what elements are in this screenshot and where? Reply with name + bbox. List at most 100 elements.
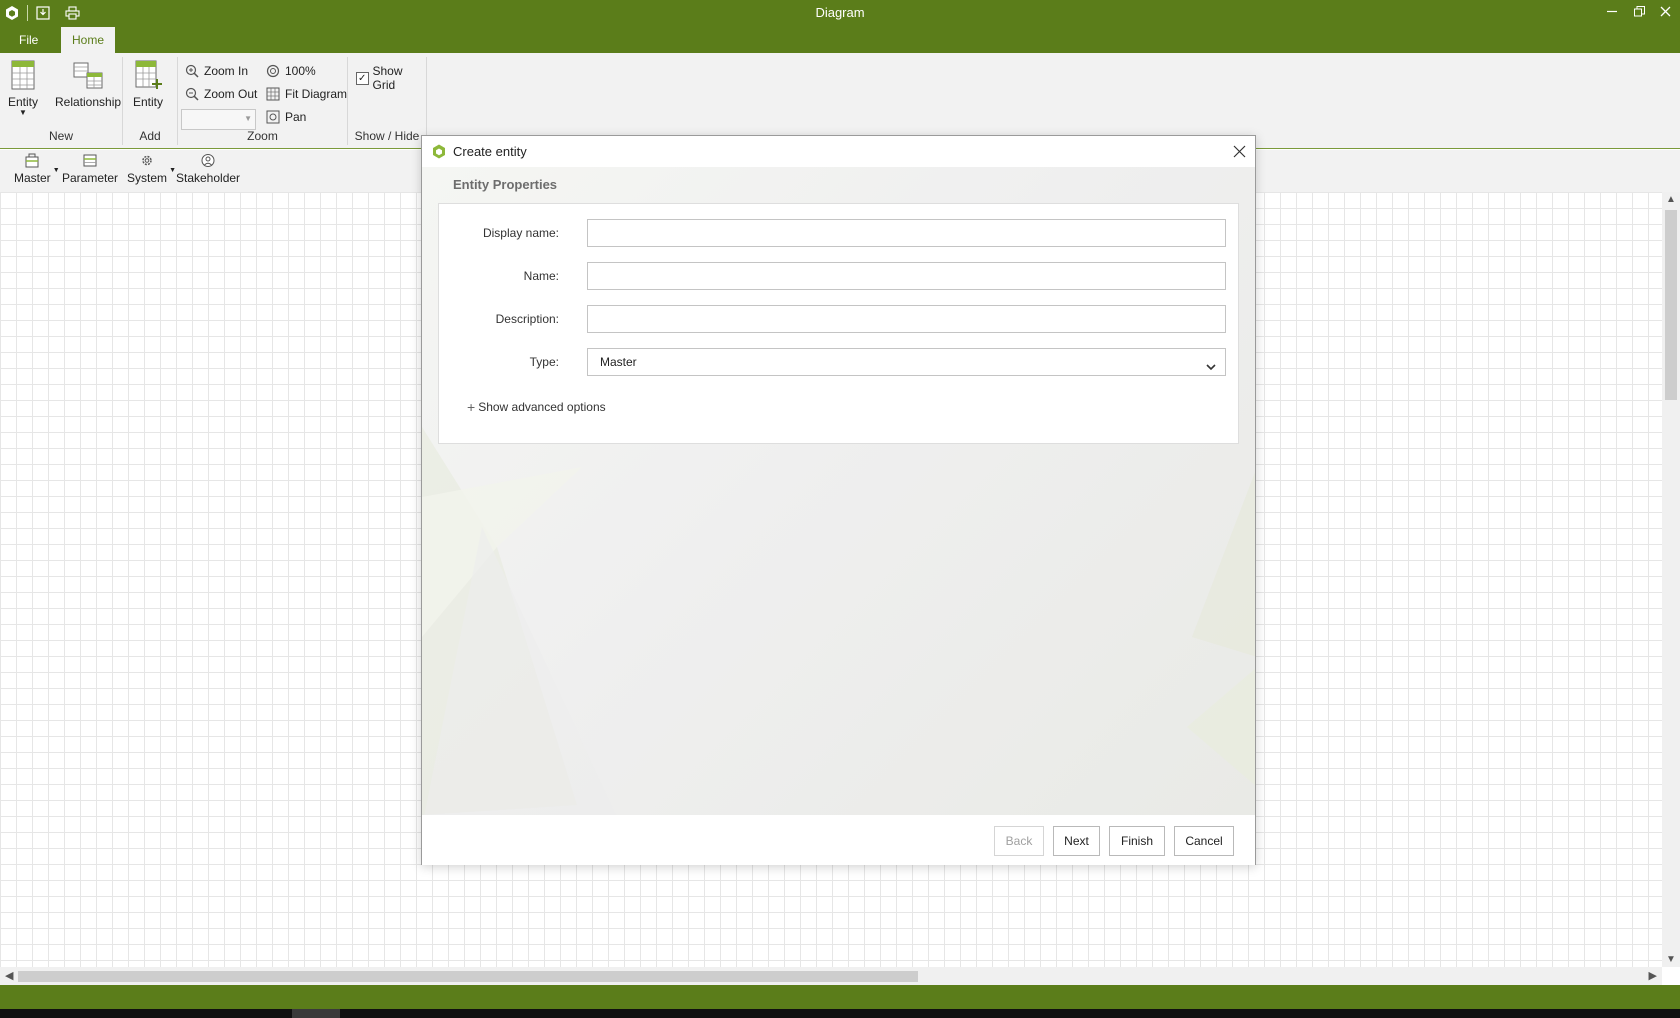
relationship-icon [73, 62, 103, 89]
zoom-100-label: 100% [285, 64, 316, 78]
next-button[interactable]: Next [1053, 826, 1100, 856]
chevron-down-icon [1205, 356, 1217, 382]
pan-button[interactable]: Pan [266, 107, 306, 127]
finish-button[interactable]: Finish [1109, 826, 1165, 856]
display-name-row: Display name: [439, 219, 1238, 247]
vertical-scrollbar[interactable]: ▲ ▼ [1662, 192, 1680, 967]
fit-diagram-label: Fit Diagram [285, 87, 348, 101]
group-label-new: New [48, 129, 73, 143]
group-label-add: Add [139, 129, 161, 143]
ribbon-group-new: Entity ▼ Relationship New [0, 57, 123, 145]
zoom-100-button[interactable]: 100% [266, 61, 316, 81]
palette-item-master[interactable]: Master ▼ [14, 153, 60, 185]
zoom-out-button[interactable]: Zoom Out [185, 84, 257, 104]
name-label: Name: [523, 269, 559, 283]
type-row: Type: Master [439, 348, 1238, 376]
chevron-left-icon[interactable]: ◀ [5, 969, 13, 982]
caret-down-icon[interactable]: ▼ [53, 167, 60, 174]
zoom-100-icon [266, 64, 280, 78]
close-window-icon[interactable] [1651, 0, 1679, 22]
title-bar: Diagram [0, 0, 1680, 27]
show-grid-checkbox[interactable]: ✓ Show Grid [356, 64, 426, 92]
new-entity-button[interactable]: Entity ▼ [8, 59, 38, 123]
checkmark-icon: ✓ [356, 71, 369, 85]
zoom-out-label: Zoom Out [204, 87, 258, 101]
palette-item-parameter[interactable]: Parameter [62, 153, 118, 185]
dialog-body: Entity Properties Display name: Name: De… [422, 167, 1255, 815]
new-entity-label: Entity [8, 95, 39, 109]
show-advanced-options-link[interactable]: + Show advanced options [467, 399, 606, 415]
pan-label: Pan [285, 110, 307, 124]
show-grid-label: Show Grid [372, 64, 403, 92]
caret-down-icon: ▼ [19, 108, 27, 117]
description-input[interactable] [587, 305, 1226, 333]
pan-icon [266, 110, 280, 124]
section-title: Entity Properties [453, 177, 558, 192]
stakeholder-icon [201, 154, 215, 167]
minimize-icon[interactable] [1598, 0, 1626, 22]
palette-label: Stakeholder [176, 171, 241, 185]
chevron-down-icon: ▼ [244, 114, 252, 123]
ribbon-group-add: Entity Add [123, 57, 178, 145]
chevron-right-icon[interactable]: ▶ [1649, 969, 1657, 982]
dialog-title-bar: Create entity [422, 136, 1255, 167]
new-relationship-button[interactable]: Relationship [55, 59, 121, 123]
description-row: Description: [439, 305, 1238, 333]
vertical-scroll-thumb[interactable] [1665, 210, 1677, 400]
plus-icon: + [467, 399, 476, 415]
window-title: Diagram [815, 5, 865, 20]
palette-label: Parameter [62, 171, 119, 185]
display-name-input[interactable] [587, 219, 1226, 247]
ribbon-group-show-hide: ✓ Show Grid Show / Hide [348, 57, 427, 145]
dialog-footer: Back Next Finish Cancel [422, 815, 1255, 865]
dialog-logo-icon [432, 144, 446, 159]
display-name-label: Display name: [482, 226, 559, 240]
entity-properties-form: Display name: Name: Description: Type: M… [438, 203, 1239, 444]
show-advanced-options-label: Show advanced options [478, 400, 606, 414]
master-icon [25, 153, 39, 168]
tab-home[interactable]: Home [61, 27, 116, 53]
fit-diagram-button[interactable]: Fit Diagram [266, 84, 347, 104]
caret-down-icon[interactable]: ▼ [169, 167, 176, 174]
tab-file[interactable]: File [8, 27, 49, 53]
dialog-title: Create entity [453, 144, 527, 159]
back-button[interactable]: Back [994, 826, 1044, 856]
ribbon-group-zoom: Zoom In Zoom Out ▼ 100% Fit Diagram Pan … [178, 57, 348, 145]
parameter-icon [83, 154, 97, 167]
group-label-show-hide: Show / Hide [354, 129, 420, 143]
name-input[interactable] [587, 262, 1226, 290]
close-icon[interactable] [1228, 140, 1250, 162]
add-entity-button[interactable]: Entity [133, 59, 163, 123]
name-row: Name: [439, 262, 1238, 290]
palette-label: System [127, 171, 168, 185]
type-label: Type: [529, 355, 559, 369]
fit-diagram-icon [266, 87, 280, 101]
type-select[interactable]: Master [587, 348, 1226, 376]
taskbar-active-item[interactable] [292, 1009, 340, 1018]
restore-icon[interactable] [1625, 0, 1653, 22]
add-entity-label: Entity [133, 95, 164, 109]
group-label-zoom: Zoom [247, 129, 278, 143]
cancel-button[interactable]: Cancel [1174, 826, 1234, 856]
zoom-in-label: Zoom In [204, 64, 249, 78]
zoom-level-combobox[interactable]: ▼ [181, 109, 256, 130]
type-select-value: Master [600, 355, 637, 369]
menu-bar: File Home [0, 27, 1680, 53]
zoom-in-icon [185, 64, 199, 78]
palette-item-stakeholder[interactable]: Stakeholder [176, 153, 240, 185]
horizontal-scrollbar[interactable]: ◀ ▶ [0, 967, 1662, 985]
horizontal-scroll-thumb[interactable] [18, 971, 918, 982]
zoom-in-button[interactable]: Zoom In [185, 61, 248, 81]
palette-item-system[interactable]: System ▼ [127, 153, 176, 185]
zoom-out-icon [185, 87, 199, 101]
gear-icon [142, 155, 152, 166]
entity-table-icon [11, 60, 35, 90]
palette-label: Master [14, 171, 51, 185]
chevron-up-icon[interactable]: ▲ [1666, 194, 1676, 205]
add-entity-icon [135, 60, 162, 89]
status-bar [0, 985, 1680, 1009]
taskbar [0, 1009, 1680, 1018]
new-relationship-label: Relationship [55, 95, 122, 109]
chevron-down-icon[interactable]: ▼ [1666, 954, 1676, 965]
create-entity-dialog: Create entity Entity Properties Display … [421, 135, 1256, 865]
